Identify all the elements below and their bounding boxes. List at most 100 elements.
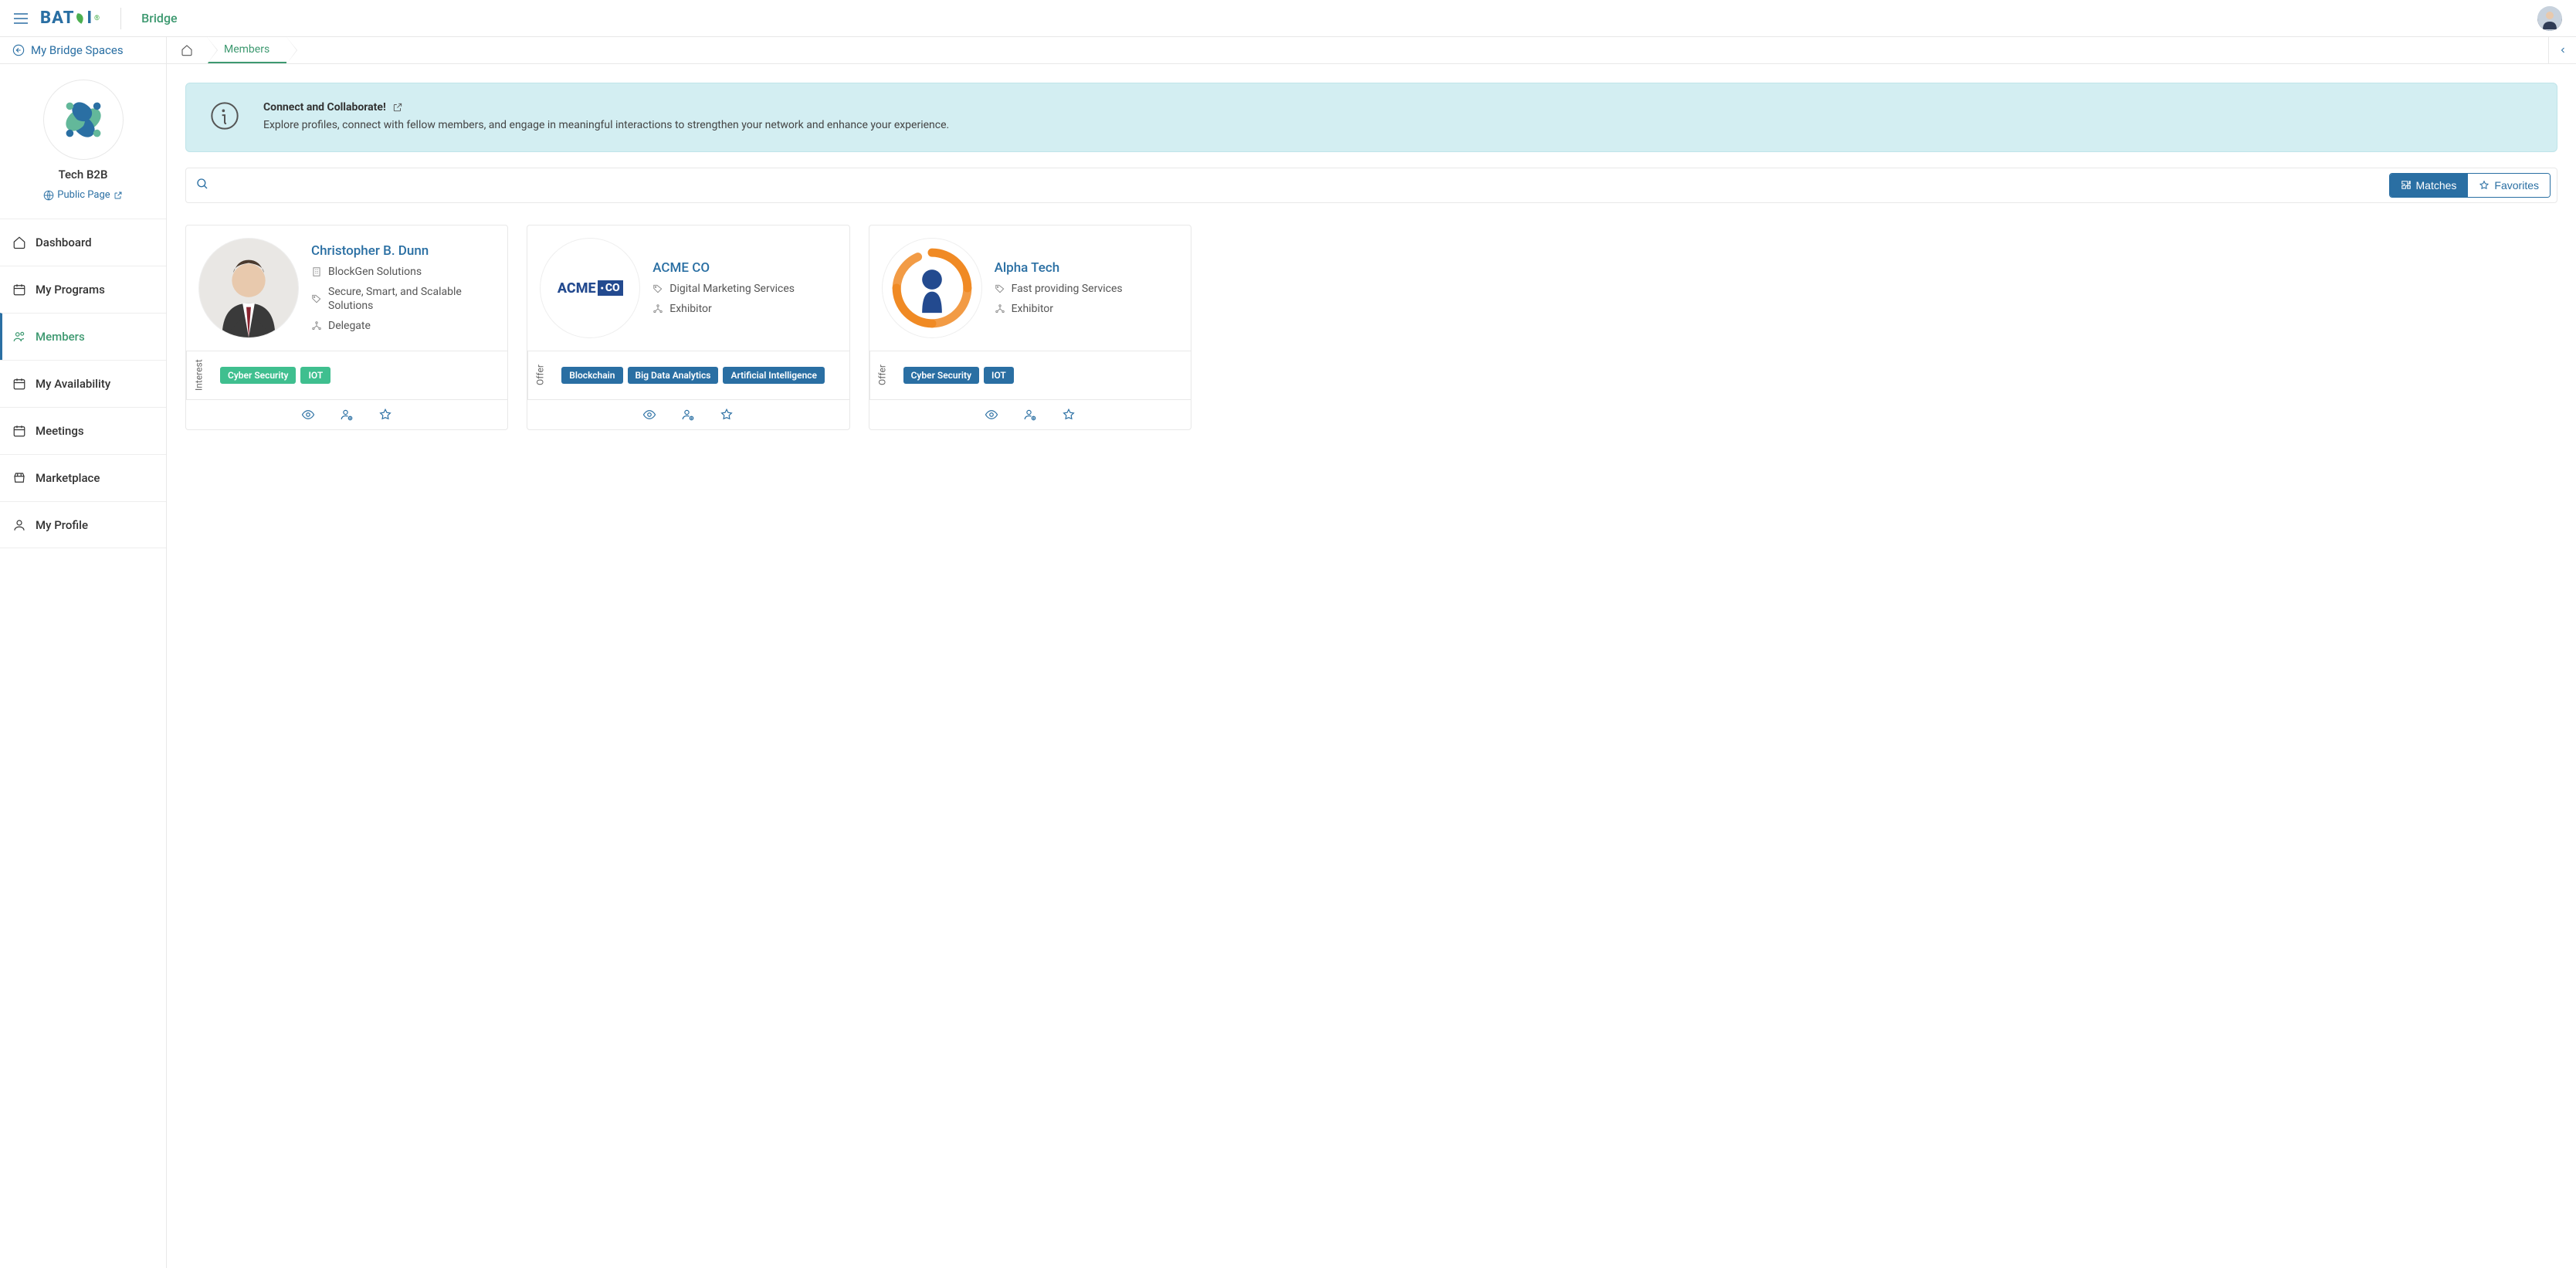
breadcrumb-row: Members: [167, 37, 2576, 64]
network-icon: [652, 303, 663, 314]
nav-members[interactable]: Members: [0, 313, 166, 360]
favorite-icon[interactable]: [1060, 406, 1077, 423]
card-info: ACME CO Digital Marketing Services Exhib…: [652, 238, 836, 338]
card-body: Alpha Tech Fast providing Services Exhib…: [869, 225, 1191, 351]
breadcrumb: Members: [167, 37, 286, 63]
member-name[interactable]: Christopher B. Dunn: [311, 243, 495, 259]
connect-icon[interactable]: [680, 406, 697, 423]
alpha-tech-logo-icon: [890, 246, 974, 331]
card-body: Christopher B. Dunn BlockGen Solutions S…: [186, 225, 507, 351]
product-name[interactable]: Bridge: [141, 11, 178, 25]
tags-list: Cyber Security IOT: [211, 351, 507, 399]
nav-label: Meetings: [36, 424, 84, 438]
members-toolbar: Matches Favorites: [185, 168, 2557, 203]
acme-logo-icon: ACME●CO: [558, 280, 623, 297]
brand-logo[interactable]: BAT I ®: [40, 8, 100, 28]
top-header: BAT I ® Bridge: [0, 0, 2576, 37]
breadcrumb-current[interactable]: Members: [207, 37, 286, 63]
member-role: Exhibitor: [652, 302, 836, 316]
tags-type-label: Interest: [186, 351, 211, 399]
card-info: Alpha Tech Fast providing Services Exhib…: [995, 238, 1178, 338]
space-identity: Tech B2B Public Page: [0, 64, 166, 215]
tags-list: Blockchain Big Data Analytics Artificial…: [552, 351, 849, 399]
member-name[interactable]: ACME CO: [652, 260, 836, 276]
member-name[interactable]: Alpha Tech: [995, 260, 1178, 276]
public-page-link[interactable]: Public Page: [43, 189, 122, 202]
member-role: Delegate: [311, 319, 495, 333]
puzzle-icon: [2401, 180, 2412, 191]
card-body: ACME●CO ACME CO Digital Marketing Servic…: [527, 225, 849, 351]
connect-icon[interactable]: [338, 406, 355, 423]
member-avatar: [198, 238, 299, 338]
info-icon: [209, 100, 240, 134]
member-role: Exhibitor: [995, 302, 1178, 316]
info-description: Explore profiles, connect with fellow me…: [263, 118, 2534, 134]
nav-marketplace[interactable]: Marketplace: [0, 454, 166, 501]
view-icon[interactable]: [300, 406, 317, 423]
nav-label: My Availability: [36, 377, 110, 391]
breadcrumb-home[interactable]: [167, 37, 207, 63]
tag: Cyber Security: [220, 367, 296, 384]
member-company: BlockGen Solutions: [311, 265, 495, 279]
main-panel: Members Connect and Coll: [167, 37, 2576, 1268]
building-icon: [311, 266, 322, 277]
favorite-icon[interactable]: [377, 406, 394, 423]
external-link-icon[interactable]: [392, 102, 403, 113]
member-card: Alpha Tech Fast providing Services Exhib…: [869, 225, 1191, 430]
nav-label: Marketplace: [36, 471, 100, 485]
nav-programs[interactable]: My Programs: [0, 266, 166, 313]
tag-icon: [311, 293, 322, 304]
view-icon[interactable]: [983, 406, 1000, 423]
members-grid: Christopher B. Dunn BlockGen Solutions S…: [185, 225, 2557, 430]
menu-toggle-icon[interactable]: [14, 13, 28, 24]
matches-button[interactable]: Matches: [2390, 174, 2468, 197]
tag: IOT: [300, 367, 330, 384]
nav-label: My Programs: [36, 283, 105, 297]
content: Connect and Collaborate! Explore profile…: [167, 64, 2576, 449]
card-tags: Offer Blockchain Big Data Analytics Arti…: [527, 351, 849, 399]
member-card: ACME●CO ACME CO Digital Marketing Servic…: [527, 225, 849, 430]
tag-icon: [652, 283, 663, 294]
view-icon[interactable]: [641, 406, 658, 423]
back-to-spaces[interactable]: My Bridge Spaces: [0, 37, 166, 64]
header-left: BAT I ® Bridge: [14, 8, 178, 29]
brand-divider: [120, 8, 121, 29]
nav-profile[interactable]: My Profile: [0, 501, 166, 548]
nav-availability[interactable]: My Availability: [0, 360, 166, 407]
nav-label: Dashboard: [36, 236, 92, 249]
member-avatar: ACME●CO: [540, 238, 640, 338]
tag: Artificial Intelligence: [723, 367, 825, 384]
nav-label: Members: [36, 330, 85, 344]
nav-dashboard[interactable]: Dashboard: [0, 219, 166, 266]
card-tags: Offer Cyber Security IOT: [869, 351, 1191, 399]
member-avatar: [882, 238, 982, 338]
collapse-panel-button[interactable]: [2548, 37, 2576, 63]
network-icon: [311, 320, 322, 331]
public-page-label: Public Page: [57, 189, 110, 201]
matches-label: Matches: [2416, 179, 2457, 192]
info-text: Connect and Collaborate! Explore profile…: [263, 101, 2534, 134]
search-icon[interactable]: [192, 174, 212, 197]
tags-type-label: Offer: [869, 351, 894, 399]
favorite-icon[interactable]: [718, 406, 735, 423]
sidebar: My Bridge Spaces Tech B2B: [0, 37, 167, 1268]
nav-label: My Profile: [36, 518, 88, 532]
favorites-button[interactable]: Favorites: [2467, 174, 2550, 197]
registered-mark: ®: [94, 15, 100, 22]
brand-text-2: I: [86, 8, 93, 28]
tags-type-label: Offer: [527, 351, 552, 399]
connect-icon[interactable]: [1022, 406, 1039, 423]
info-banner: Connect and Collaborate! Explore profile…: [185, 83, 2557, 152]
user-avatar[interactable]: [2537, 6, 2562, 31]
favorites-label: Favorites: [2494, 179, 2539, 192]
card-tags: Interest Cyber Security IOT: [186, 351, 507, 399]
star-icon: [2479, 180, 2490, 191]
space-name: Tech B2B: [59, 168, 108, 181]
tag: Cyber Security: [903, 367, 979, 384]
member-tagline: Fast providing Services: [995, 282, 1178, 296]
filter-button-group: Matches Favorites: [2389, 173, 2551, 198]
nav-meetings[interactable]: Meetings: [0, 407, 166, 454]
member-tagline: Secure, Smart, and Scalable Solutions: [311, 285, 495, 313]
tags-list: Cyber Security IOT: [894, 351, 1191, 399]
tag-icon: [995, 283, 1005, 294]
